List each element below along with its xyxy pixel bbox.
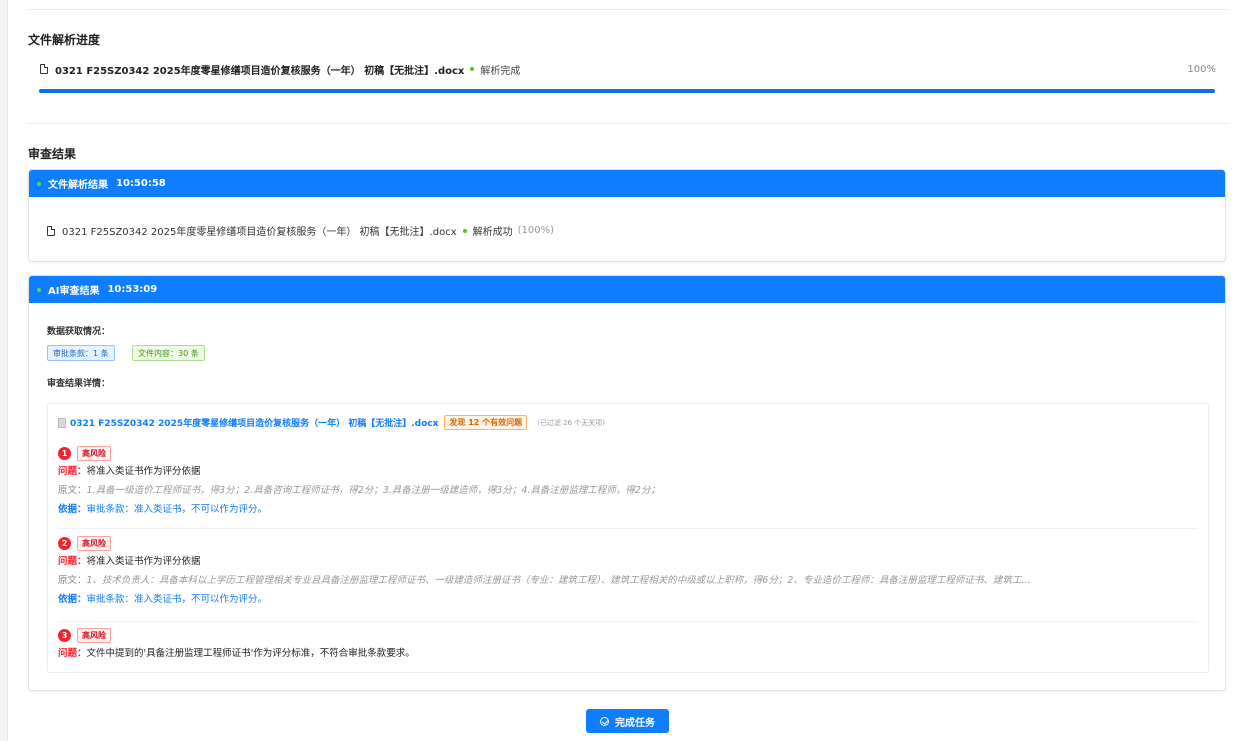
- issue-original-line: 原文：1.具备一级造价工程师证书，得3分；2.具备咨询工程师证书，得2分；3.具…: [58, 481, 1198, 500]
- complete-task-label: 完成任务: [615, 717, 655, 729]
- review-results-title: 审查结果: [28, 147, 77, 161]
- issue-number-badge: 2: [58, 537, 71, 550]
- parse-result-header-title: 文件解析结果: [48, 180, 108, 191]
- data-fetch-label: 数据获取情况：: [47, 327, 111, 337]
- problem-label: 问题：: [58, 648, 87, 659]
- risk-level-tag: 高风险: [77, 628, 111, 643]
- issue-original-line: 原文：1、技术负责人：具备本科以上学历工程管理相关专业且具备注册监理工程师证书、…: [58, 571, 1198, 590]
- ai-review-time: 10:53:09: [107, 284, 158, 295]
- issue-problem-line: 问题：将准入类证书作为评分依据: [58, 462, 1198, 481]
- approval-count-tag: 审批条款：1 条: [47, 345, 115, 361]
- issue-number-badge: 3: [58, 629, 71, 642]
- detail-file-link[interactable]: 0321 F25SZ0342 2025年度零星修缮项目造价复核服务（一年） 初稿…: [70, 416, 438, 429]
- top-divider: [28, 9, 1228, 10]
- progress-status: 解析完成: [480, 65, 521, 77]
- issue-problem-line: 问题：将准入类证书作为评分依据: [58, 552, 1198, 571]
- file-icon: [47, 225, 55, 236]
- problem-text: 将准入类证书作为评分依据: [86, 466, 201, 477]
- parse-result-card: 文件解析结果 10:50:58 0321 F25SZ0342 2025年度零星修…: [28, 169, 1226, 262]
- issue-number-badge: 1: [58, 447, 71, 460]
- ai-review-card: AI审查结果 10:53:09 数据获取情况： 审批条款：1 条 文件内容：30…: [28, 275, 1226, 691]
- original-label: 原文：: [58, 485, 87, 496]
- basis-text: 审批条款：准入类证书，不可以作为评分。: [86, 594, 268, 605]
- original-text: 1、技术负责人：具备本科以上学历工程管理相关专业且具备注册监理工程师证书、一级建…: [86, 575, 1031, 586]
- risk-level-tag: 高风险: [77, 446, 111, 461]
- issue-basis-line: 依据：审批条款：准入类证书，不可以作为评分。: [58, 500, 1198, 519]
- complete-task-button[interactable]: 完成任务: [586, 709, 669, 733]
- issue-basis-line: 依据：审批条款：准入类证书，不可以作为评分。: [58, 590, 1198, 609]
- parse-result-header: 文件解析结果 10:50:58: [29, 170, 1225, 197]
- parse-result-status: 解析成功: [472, 227, 513, 238]
- file-icon: [40, 64, 48, 74]
- check-circle-icon: [600, 716, 609, 726]
- progress-bar-fill: [39, 89, 1215, 93]
- found-issues-tag: 发现 12 个有效问题: [444, 415, 528, 430]
- middle-divider: [28, 123, 1228, 124]
- review-detail-box: 0321 F25SZ0342 2025年度零星修缮项目造价复核服务（一年） 初稿…: [47, 403, 1209, 673]
- basis-label: 依据：: [58, 594, 87, 605]
- parse-result-file-name: 0321 F25SZ0342 2025年度零星修缮项目造价复核服务（一年） 初稿…: [62, 227, 457, 238]
- original-label: 原文：: [58, 575, 87, 586]
- problem-text: 将准入类证书作为评分依据: [86, 556, 201, 567]
- risk-level-tag: 高风险: [77, 536, 111, 551]
- issue-item: 3 高风险 问题：文件中提到的'具备注册监理工程师证书'作为评分标准，不符合审批…: [58, 627, 1198, 669]
- detail-header: 0321 F25SZ0342 2025年度零星修缮项目造价复核服务（一年） 初稿…: [58, 415, 605, 430]
- ai-review-header-title: AI审查结果: [48, 286, 100, 297]
- document-icon: [58, 417, 66, 428]
- parse-result-row: 0321 F25SZ0342 2025年度零星修缮项目造价复核服务（一年） 初稿…: [47, 223, 554, 238]
- issue-item: 1 高风险 问题：将准入类证书作为评分依据 原文：1.具备一级造价工程师证书，得…: [58, 445, 1198, 529]
- ai-review-header: AI审查结果 10:53:09: [29, 276, 1225, 303]
- header-dot-icon: [37, 287, 41, 292]
- progress-file-row: 0321 F25SZ0342 2025年度零星修缮项目造价复核服务（一年） 初稿…: [40, 62, 1216, 77]
- status-dot-icon: [462, 228, 467, 233]
- parse-result-time: 10:50:58: [116, 178, 166, 189]
- basis-text: 审批条款：准入类证书，不可以作为评分。: [86, 504, 268, 515]
- progress-bar: [39, 89, 1215, 93]
- problem-label: 问题：: [58, 556, 87, 567]
- parse-result-percent: (100%): [517, 225, 555, 236]
- basis-label: 依据：: [58, 504, 87, 515]
- issue-problem-line: 问题：文件中提到的'具备注册监理工程师证书'作为评分标准，不符合审批条款要求。: [58, 644, 1198, 663]
- problem-text: 文件中提到的'具备注册监理工程师证书'作为评分标准，不符合审批条款要求。: [86, 648, 415, 659]
- issue-item: 2 高风险 问题：将准入类证书作为评分依据 原文：1、技术负责人：具备本科以上学…: [58, 535, 1198, 622]
- filtered-note: (已过滤 26 个无关项): [537, 418, 605, 427]
- progress-percent: 100%: [1187, 63, 1216, 75]
- content-count-tag: 文件内容：30 条: [132, 345, 205, 361]
- progress-file-name: 0321 F25SZ0342 2025年度零星修缮项目造价复核服务（一年） 初稿…: [55, 65, 465, 77]
- left-panel-edge: [0, 0, 8, 741]
- header-dot-icon: [37, 181, 41, 186]
- problem-label: 问题：: [58, 466, 87, 477]
- parse-progress-title: 文件解析进度: [28, 33, 101, 47]
- detail-label: 审查结果详情：: [47, 379, 111, 389]
- original-text: 1.具备一级造价工程师证书，得3分；2.具备咨询工程师证书，得2分；3.具备注册…: [86, 485, 660, 496]
- status-dot-icon: [470, 67, 475, 71]
